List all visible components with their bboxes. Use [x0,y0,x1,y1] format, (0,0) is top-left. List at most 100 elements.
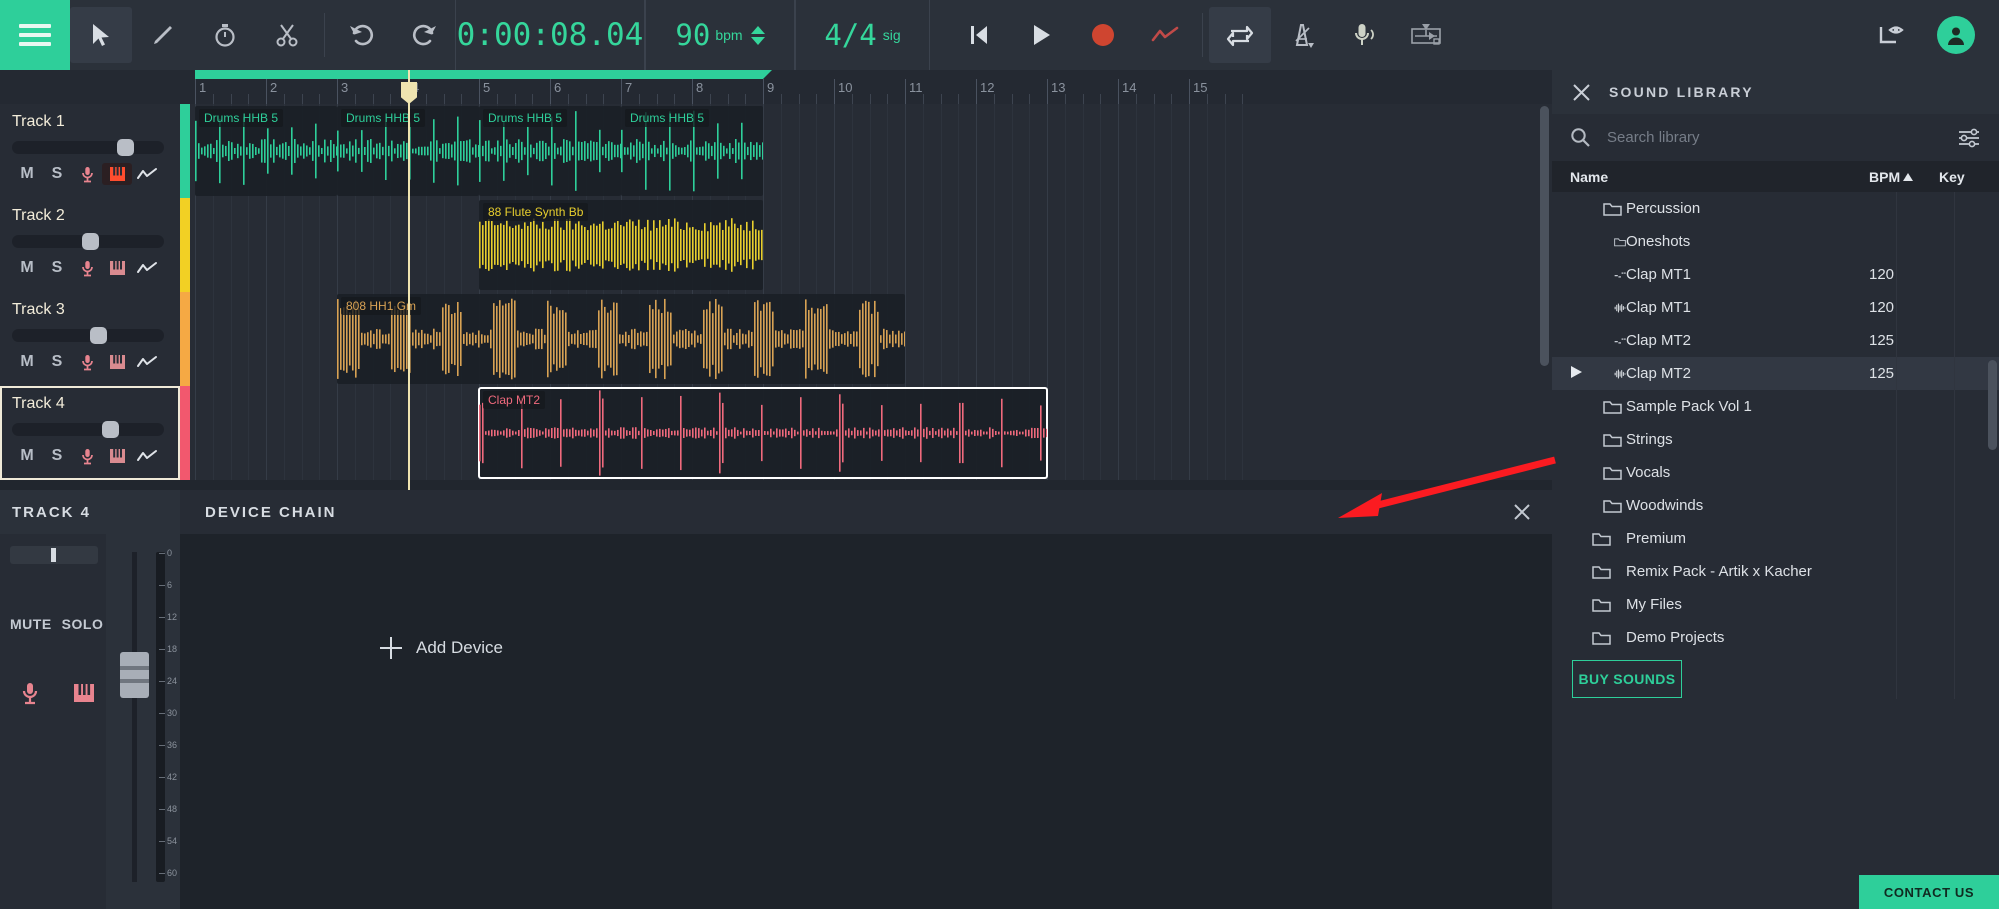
mixer-button[interactable] [1395,7,1457,63]
vertical-scroll-thumb[interactable] [1540,106,1549,366]
library-file-list[interactable]: PercussionOneshotsClap MT1120Clap MT1120… [1552,192,1999,699]
clip[interactable]: 808 HH1 Gm [337,294,905,384]
track-lane[interactable]: Clap MT2 [190,386,1552,480]
track-volume-slider[interactable] [12,141,164,154]
playhead[interactable] [408,70,410,490]
buy-sounds-button[interactable]: BUY SOUNDS [1572,660,1682,698]
pan-slider[interactable] [10,546,98,564]
automation-button[interactable] [1134,7,1196,63]
track-color-bar[interactable] [180,198,190,292]
clip[interactable]: Drums HHB 5 [479,106,621,196]
track-volume-slider[interactable] [12,423,164,436]
select-tool[interactable] [70,7,132,63]
timeline-ruler[interactable]: 123456789101112131415 [190,70,1552,104]
rewind-to-start-button[interactable] [948,7,1010,63]
add-device-button[interactable]: Add Device [380,637,503,659]
fader-rail[interactable] [132,552,137,882]
time-signature-display[interactable]: 4/4 sig [795,0,930,70]
account-avatar[interactable] [1937,16,1975,54]
clip[interactable]: Drums HHB 5 [621,106,763,196]
piano-keys-icon[interactable] [72,680,96,706]
track-volume-knob[interactable] [117,139,134,156]
mute-button[interactable]: MUTE [10,616,52,632]
cut-tool[interactable] [256,7,318,63]
close-x-icon[interactable] [1572,83,1591,102]
track-header-2[interactable]: Track 2MS [0,198,180,292]
mic-monitor-button[interactable] [1333,7,1395,63]
track-header-4[interactable]: Track 4MS [0,386,180,480]
track-color-bar[interactable] [180,292,190,386]
track-mic-button[interactable] [72,163,102,185]
solo-button[interactable]: SOLO [62,616,104,632]
track-color-bar[interactable] [180,104,190,198]
track-mic-button[interactable] [72,351,102,373]
track-solo-button[interactable]: S [42,257,72,279]
track-mute-button[interactable]: M [12,163,42,185]
redo-button[interactable] [393,7,455,63]
column-bpm[interactable]: BPM [1869,169,1939,185]
column-name[interactable]: Name [1570,169,1869,185]
hamburger-menu-button[interactable] [0,0,70,70]
track-volume-knob[interactable] [82,233,99,250]
track-header-3[interactable]: Track 3MS [0,292,180,386]
track-volume-knob[interactable] [102,421,119,438]
track-lane[interactable]: 808 HH1 Gm [190,292,1552,386]
library-row[interactable]: Vocals [1552,456,1999,489]
track-keys-button[interactable] [102,445,132,467]
track-lane[interactable]: Drums HHB 5Drums HHB 5Drums HHB 5Drums H… [190,104,1552,198]
metronome-button[interactable] [1271,7,1333,63]
time-display[interactable]: 0:00:08.04 [455,0,645,70]
track-mute-button[interactable]: M [12,445,42,467]
track-keys-button[interactable] [102,351,132,373]
record-button[interactable] [1072,7,1134,63]
mic-icon[interactable] [18,680,42,706]
track-mic-button[interactable] [72,257,102,279]
track-volume-slider[interactable] [12,235,164,248]
contact-us-button[interactable]: CONTACT US [1859,875,1999,909]
search-input[interactable] [1607,129,1941,146]
library-row[interactable]: Sample Pack Vol 1 [1552,390,1999,423]
track-automation-button[interactable] [132,257,162,279]
track-automation-button[interactable] [132,445,162,467]
draw-tool[interactable] [132,7,194,63]
track-solo-button[interactable]: S [42,351,72,373]
library-row[interactable]: Premium [1552,522,1999,555]
library-row[interactable]: Clap MT2125 [1552,324,1999,357]
clip[interactable]: 88 Flute Synth Bb [479,200,763,290]
track-volume-slider[interactable] [12,329,164,342]
track-solo-button[interactable]: S [42,163,72,185]
library-row[interactable]: Percussion [1552,192,1999,225]
track-solo-button[interactable]: S [42,445,72,467]
loop-region-bar[interactable] [195,70,763,79]
track-mute-button[interactable]: M [12,351,42,373]
track-automation-button[interactable] [132,351,162,373]
library-row-play-button[interactable] [1570,365,1592,383]
library-row[interactable]: My Files [1552,588,1999,621]
track-mic-button[interactable] [72,445,102,467]
library-row[interactable]: Demo Projects [1552,621,1999,654]
timing-tool[interactable] [194,7,256,63]
library-row[interactable]: Clap MT2125 [1552,357,1999,390]
device-chain-area[interactable]: Add Device [180,534,1552,909]
library-row[interactable]: Oneshots [1552,225,1999,258]
track-volume-knob[interactable] [90,327,107,344]
sliders-filter-icon[interactable] [1957,128,1981,148]
track-color-bar[interactable] [180,386,190,480]
library-row[interactable]: Remix Pack - Artik x Kacher [1552,555,1999,588]
library-row[interactable]: Clap MT1120 [1552,258,1999,291]
bpm-display[interactable]: 90 bpm [645,0,795,70]
close-bottom-panel-button[interactable] [1512,490,1532,534]
track-lane[interactable]: 88 Flute Synth Bb [190,198,1552,292]
track-keys-button[interactable] [102,257,132,279]
library-scroll-thumb[interactable] [1988,360,1997,450]
undo-button[interactable] [331,7,393,63]
fader-handle[interactable] [120,652,149,698]
library-row[interactable]: Strings [1552,423,1999,456]
track-header-1[interactable]: Track 1MS [0,104,180,198]
clip[interactable]: Drums HHB 5 [195,106,337,196]
track-mute-button[interactable]: M [12,257,42,279]
play-button[interactable] [1010,7,1072,63]
library-row[interactable]: Clap MT1120 [1552,291,1999,324]
clip[interactable]: Clap MT2 [479,388,1047,478]
track-automation-button[interactable] [132,163,162,185]
